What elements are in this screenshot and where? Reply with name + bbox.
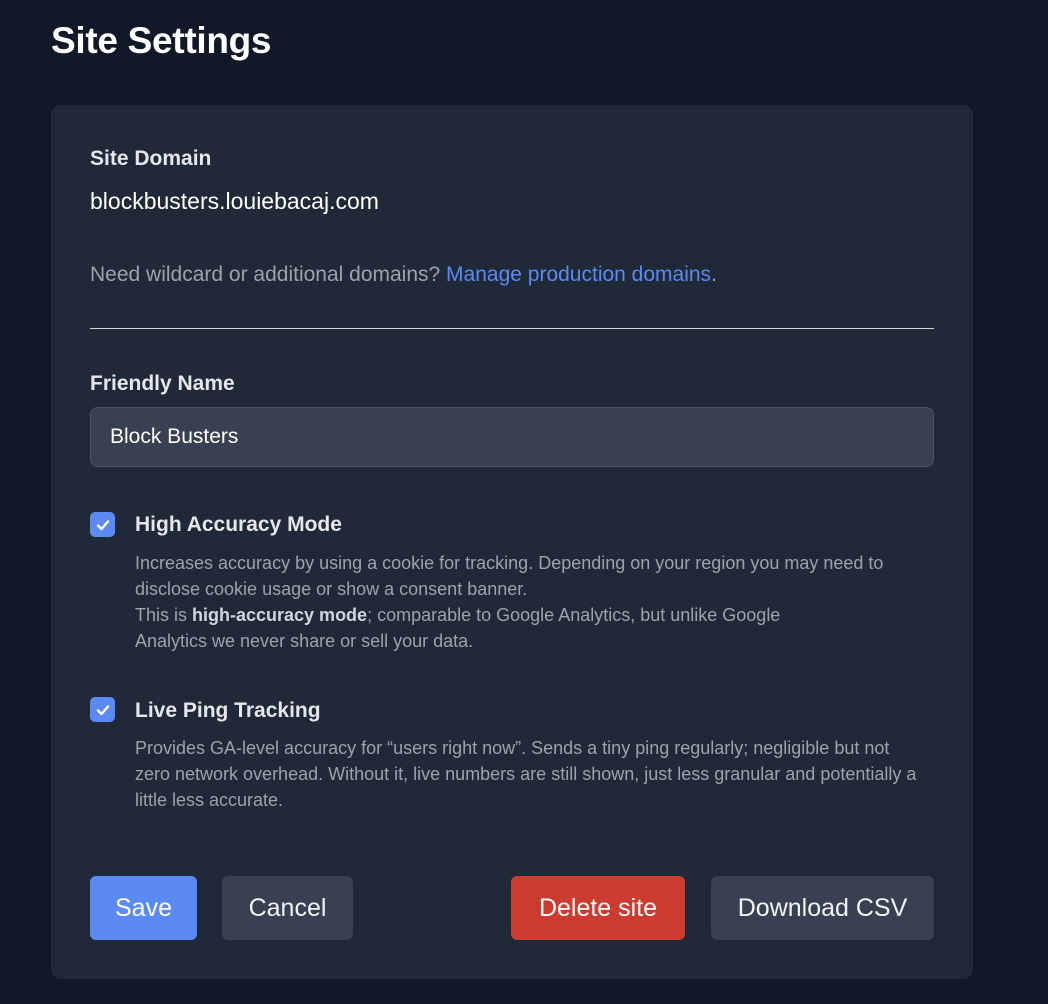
site-domain-label: Site Domain — [90, 147, 212, 170]
save-button[interactable]: Save — [90, 876, 197, 940]
high-accuracy-desc-bold: high-accuracy mode — [192, 605, 368, 625]
live-ping-description: Provides GA-level accuracy for “users ri… — [135, 738, 917, 810]
high-accuracy-desc-pre: This is — [135, 605, 193, 625]
check-icon — [96, 519, 109, 530]
site-domain-value: blockbusters.louiebacaj.com — [90, 188, 379, 214]
live-ping-title: Live Ping Tracking — [135, 699, 321, 722]
high-accuracy-desc-line2: This is high-accuracy mode; comparable t… — [135, 602, 835, 654]
high-accuracy-description: Increases accuracy by using a cookie for… — [135, 550, 935, 654]
manage-domains-link[interactable]: Manage production domains — [446, 263, 711, 286]
domains-help-text: Need wildcard or additional domains? Man… — [90, 263, 717, 287]
domains-help-prefix: Need wildcard or additional domains? — [90, 263, 447, 286]
download-csv-button[interactable]: Download CSV — [711, 876, 934, 940]
cancel-button[interactable]: Cancel — [222, 876, 353, 940]
friendly-name-label: Friendly Name — [90, 372, 235, 395]
high-accuracy-checkbox[interactable] — [90, 512, 115, 537]
section-divider — [90, 328, 934, 329]
friendly-name-input[interactable] — [90, 407, 934, 467]
live-ping-checkbox[interactable] — [90, 697, 115, 722]
delete-site-button[interactable]: Delete site — [511, 876, 685, 940]
domains-help-suffix: . — [711, 263, 717, 286]
check-icon — [96, 704, 109, 715]
high-accuracy-desc-line1: Increases accuracy by using a cookie for… — [135, 553, 884, 599]
high-accuracy-title: High Accuracy Mode — [135, 513, 342, 536]
site-settings-card: Site Domain blockbusters.louiebacaj.com … — [51, 105, 973, 979]
page-title: Site Settings — [51, 20, 272, 61]
